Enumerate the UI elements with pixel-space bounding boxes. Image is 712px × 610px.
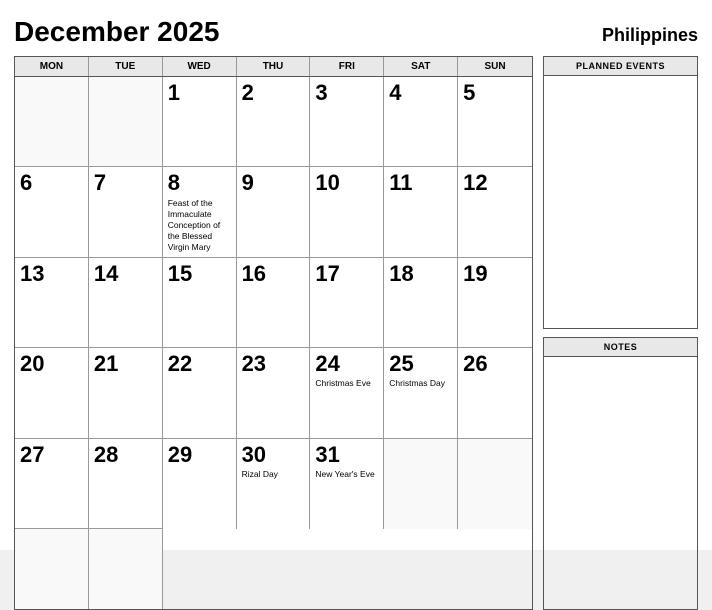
day-header-sun: SUN xyxy=(458,57,532,76)
cell-day-number: 8 xyxy=(168,171,231,195)
page: December 2025 Philippines MONTUEWEDTHUFR… xyxy=(0,0,712,550)
page-title: December 2025 xyxy=(14,16,219,48)
cell-day-number: 5 xyxy=(463,81,527,105)
day-headers-row: MONTUEWEDTHUFRISATSUN xyxy=(15,57,532,77)
calendar-cell: 23 xyxy=(237,348,311,438)
planned-events-content xyxy=(544,76,697,328)
day-header-tue: TUE xyxy=(89,57,163,76)
side-section: PLANNED EVENTS NOTES xyxy=(543,56,698,610)
cell-day-number: 17 xyxy=(315,262,378,286)
cell-day-number: 10 xyxy=(315,171,378,195)
calendar-cell: 19 xyxy=(458,258,532,348)
country-label: Philippines xyxy=(602,25,698,46)
cell-event-label: New Year's Eve xyxy=(315,469,378,480)
cell-day-number: 31 xyxy=(315,443,378,467)
calendar-cell: 12 xyxy=(458,167,532,257)
calendar-cell xyxy=(15,529,89,609)
calendar-cell: 14 xyxy=(89,258,163,348)
cell-day-number: 29 xyxy=(168,443,231,467)
calendar-cell xyxy=(89,77,163,167)
header: December 2025 Philippines xyxy=(14,16,698,48)
cell-day-number: 7 xyxy=(94,171,157,195)
cell-day-number: 15 xyxy=(168,262,231,286)
cell-day-number: 11 xyxy=(389,171,452,195)
planned-events-box: PLANNED EVENTS xyxy=(543,56,698,329)
calendar-cell: 2 xyxy=(237,77,311,167)
notes-header: NOTES xyxy=(544,338,697,357)
calendar-cell: 10 xyxy=(310,167,384,257)
cell-day-number: 19 xyxy=(463,262,527,286)
notes-content xyxy=(544,357,697,609)
day-header-mon: MON xyxy=(15,57,89,76)
day-header-fri: FRI xyxy=(310,57,384,76)
calendar-cell: 22 xyxy=(163,348,237,438)
day-header-sat: SAT xyxy=(384,57,458,76)
calendar-cell xyxy=(458,439,532,529)
calendar-cell: 21 xyxy=(89,348,163,438)
cell-day-number: 16 xyxy=(242,262,305,286)
cell-day-number: 25 xyxy=(389,352,452,376)
cell-day-number: 2 xyxy=(242,81,305,105)
cell-event-label: Christmas Eve xyxy=(315,378,378,389)
cell-event-label: Rizal Day xyxy=(242,469,305,480)
calendar-cell: 30 Rizal Day xyxy=(237,439,311,529)
calendar-cell: 6 xyxy=(15,167,89,257)
calendar-cell: 17 xyxy=(310,258,384,348)
main-area: MONTUEWEDTHUFRISATSUN 12345678Feast of t… xyxy=(14,56,698,610)
calendar-cell: 18 xyxy=(384,258,458,348)
cell-day-number: 28 xyxy=(94,443,157,467)
calendar-cell: 5 xyxy=(458,77,532,167)
cell-day-number: 27 xyxy=(20,443,83,467)
cell-day-number: 24 xyxy=(315,352,378,376)
calendar-cell: 8 Feast of the Immaculate Conception of t… xyxy=(163,167,237,257)
cell-day-number: 6 xyxy=(20,171,83,195)
cell-day-number: 18 xyxy=(389,262,452,286)
cell-day-number: 23 xyxy=(242,352,305,376)
calendar-cell: 3 xyxy=(310,77,384,167)
planned-events-header: PLANNED EVENTS xyxy=(544,57,697,76)
calendar-cell: 26 xyxy=(458,348,532,438)
notes-box: NOTES xyxy=(543,337,698,610)
cell-day-number: 30 xyxy=(242,443,305,467)
cell-day-number: 3 xyxy=(315,81,378,105)
calendar-cell xyxy=(89,529,163,609)
calendar-cell: 29 xyxy=(163,439,237,529)
cell-day-number: 9 xyxy=(242,171,305,195)
calendar-cell: 13 xyxy=(15,258,89,348)
calendar-cell: 20 xyxy=(15,348,89,438)
day-header-thu: THU xyxy=(237,57,311,76)
calendar: MONTUEWEDTHUFRISATSUN 12345678Feast of t… xyxy=(14,56,533,610)
calendar-cell: 7 xyxy=(89,167,163,257)
calendar-cell: 16 xyxy=(237,258,311,348)
calendar-cell: 31 New Year's Eve xyxy=(310,439,384,529)
cell-day-number: 1 xyxy=(168,81,231,105)
calendar-grid: 12345678Feast of the Immaculate Concepti… xyxy=(15,77,532,609)
cell-day-number: 22 xyxy=(168,352,231,376)
calendar-cell xyxy=(15,77,89,167)
day-header-wed: WED xyxy=(163,57,237,76)
cell-day-number: 4 xyxy=(389,81,452,105)
cell-event-label: Christmas Day xyxy=(389,378,452,389)
cell-day-number: 14 xyxy=(94,262,157,286)
calendar-cell: 28 xyxy=(89,439,163,529)
cell-day-number: 13 xyxy=(20,262,83,286)
calendar-cell: 24 Christmas Eve xyxy=(310,348,384,438)
calendar-cell: 27 xyxy=(15,439,89,529)
calendar-cell: 15 xyxy=(163,258,237,348)
cell-event-label: Feast of the Immaculate Conception of th… xyxy=(168,198,231,253)
calendar-cell: 25 Christmas Day xyxy=(384,348,458,438)
calendar-cell: 11 xyxy=(384,167,458,257)
cell-day-number: 12 xyxy=(463,171,527,195)
calendar-cell: 4 xyxy=(384,77,458,167)
calendar-cell: 9 xyxy=(237,167,311,257)
cell-day-number: 26 xyxy=(463,352,527,376)
calendar-cell: 1 xyxy=(163,77,237,167)
calendar-cell xyxy=(384,439,458,529)
cell-day-number: 21 xyxy=(94,352,157,376)
cell-day-number: 20 xyxy=(20,352,83,376)
